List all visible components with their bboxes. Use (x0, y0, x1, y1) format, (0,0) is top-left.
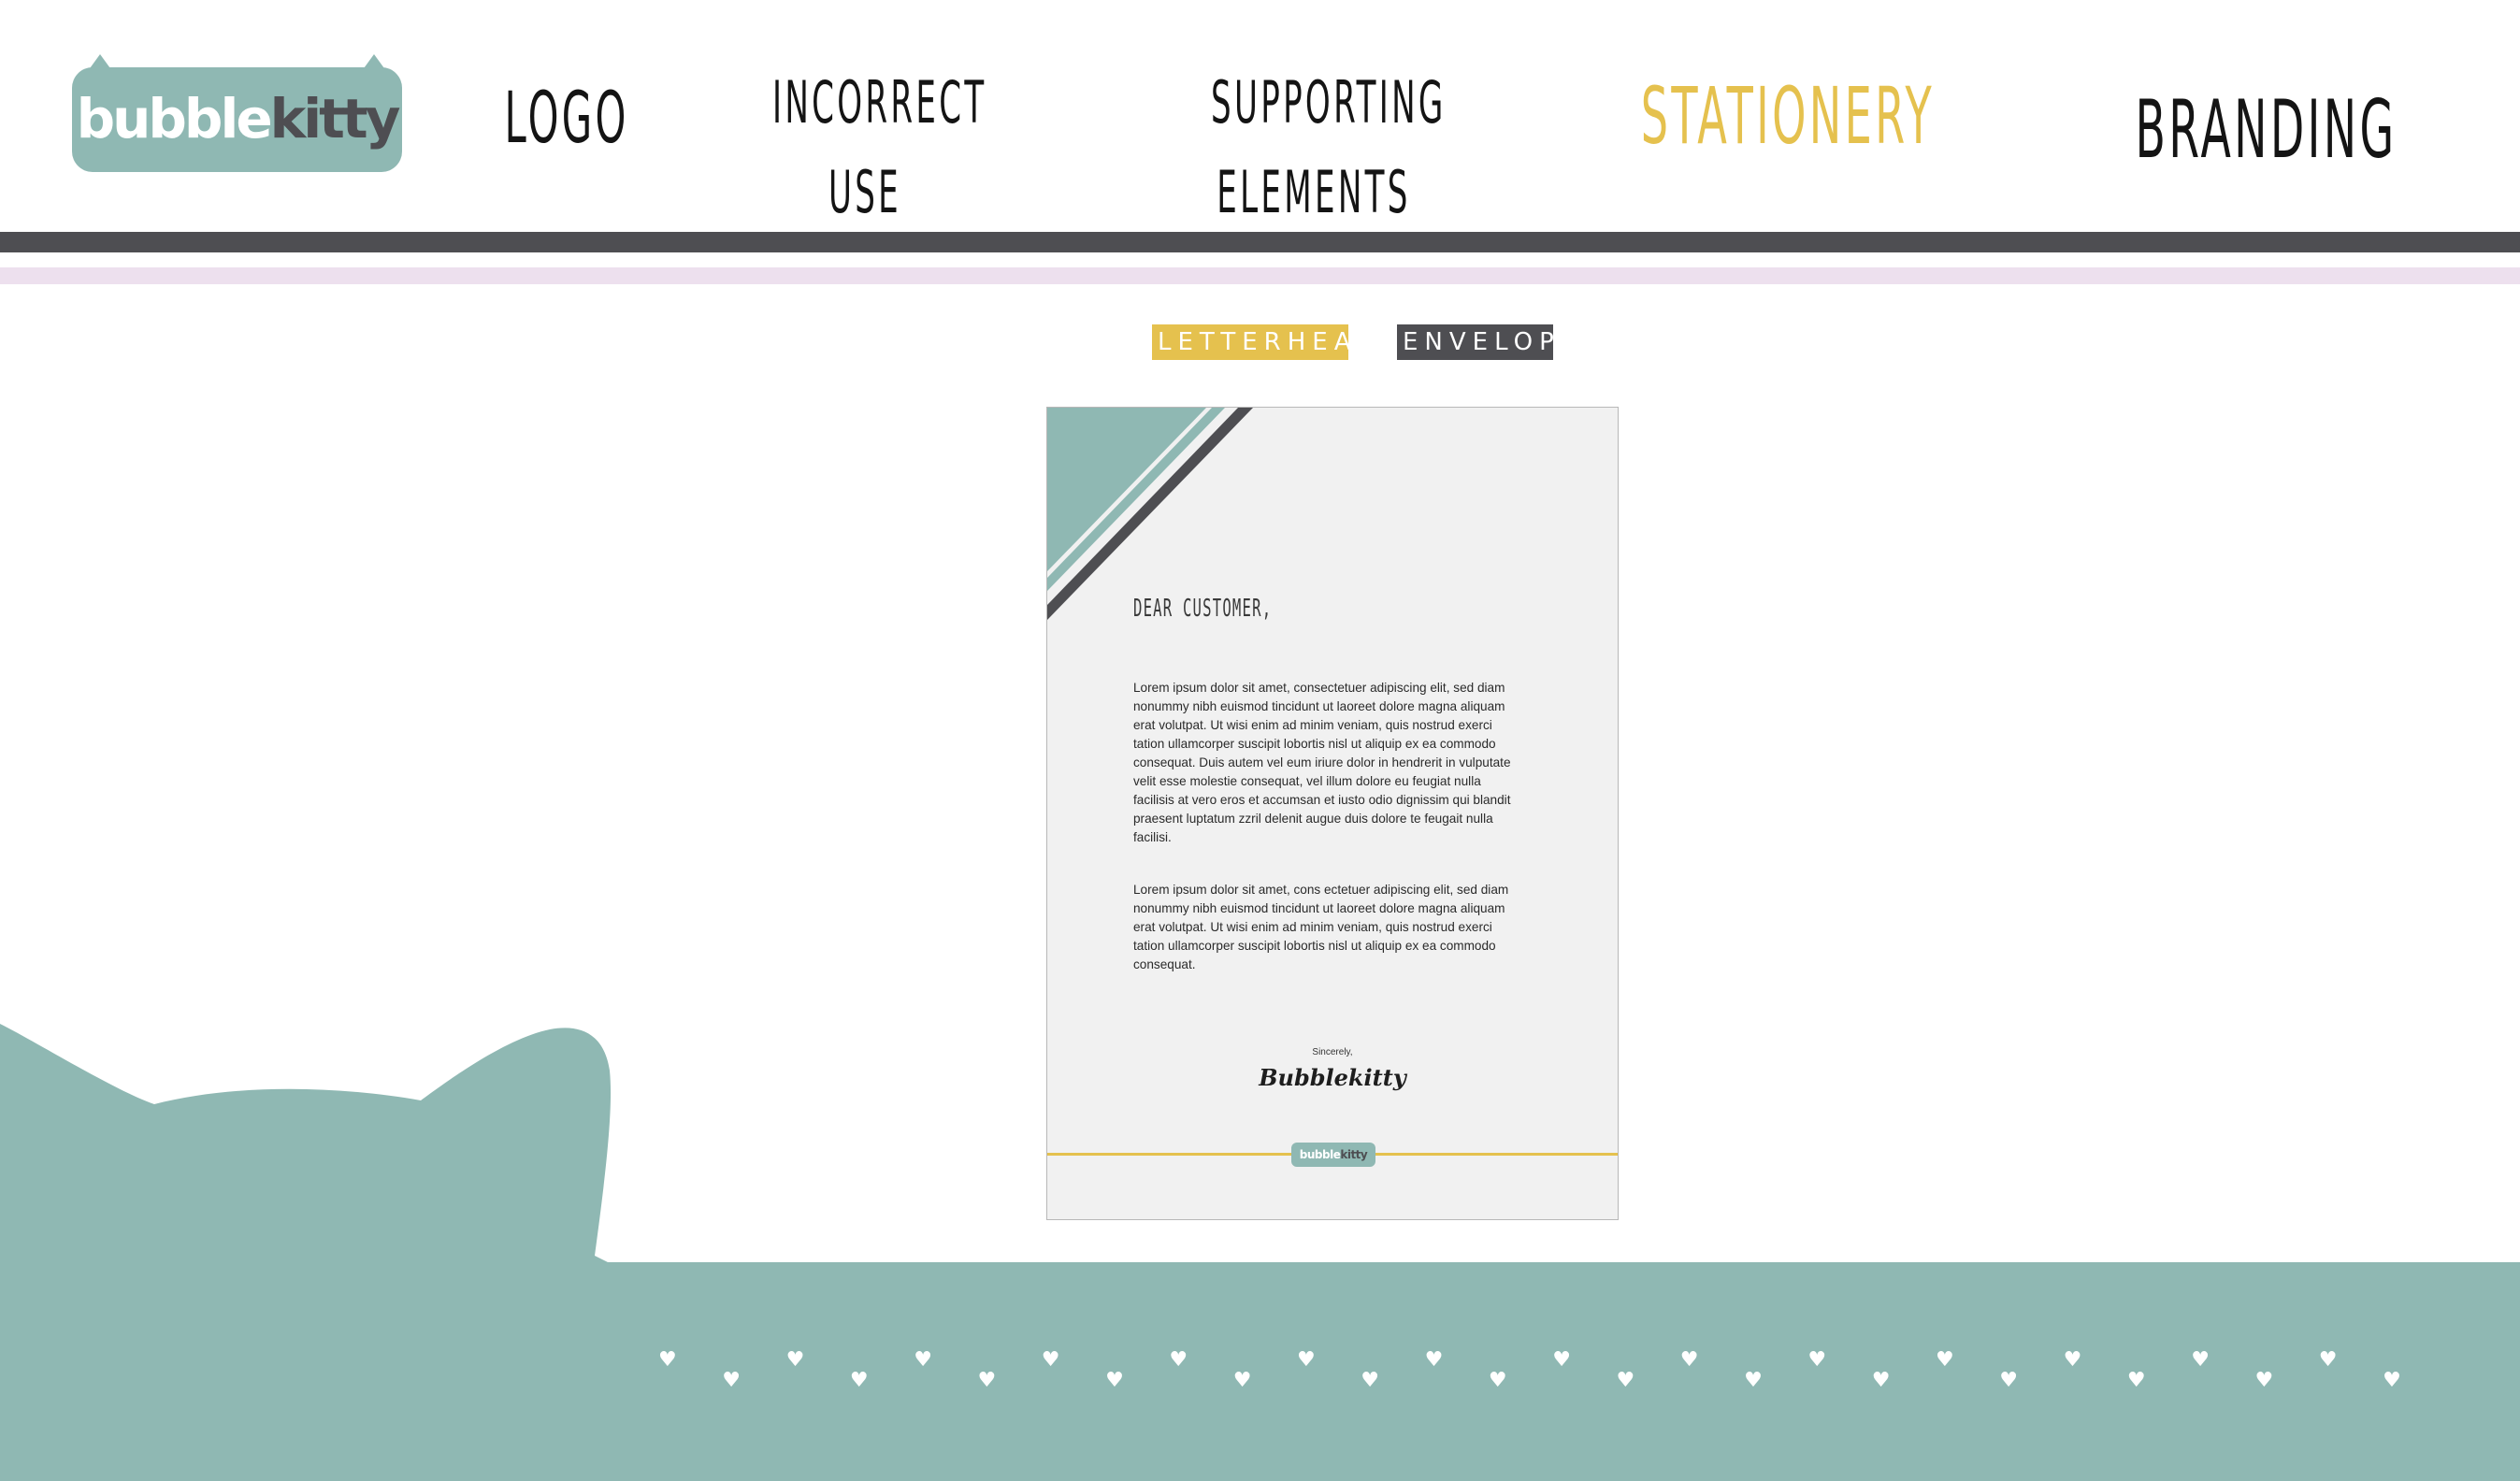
bubblekitty-logo[interactable]: bubblekitty (72, 54, 402, 172)
nav-branding[interactable]: BRANDING (2135, 80, 2398, 181)
heart-icon: ♥ (977, 1369, 997, 1392)
header-stripe-dark (0, 232, 2520, 252)
letter-paragraph-1: Lorem ipsum dolor sit amet, consectetuer… (1133, 681, 1511, 844)
tab-envelope[interactable]: ENVELOPE (1397, 324, 1576, 360)
nav-supporting-elements-line1: SUPPORTING (1211, 68, 1447, 137)
footer-logo-bubble: bubble (1299, 1148, 1341, 1161)
heart-icon: ♥ (1041, 1348, 1060, 1372)
heart-icon: ♥ (2383, 1369, 2401, 1392)
letter-signature: Bubblekitty (1259, 1064, 1406, 1091)
heart-icon: ♥ (2254, 1369, 2274, 1392)
nav-stationery[interactable]: STATIONERY (1640, 67, 1936, 165)
nav-logo-label: LOGO (504, 76, 629, 159)
heart-icon: ♥ (1744, 1369, 1763, 1392)
letter-closing: Sincerely, (1312, 1047, 1353, 1057)
nav-stationery-label: STATIONERY (1640, 70, 1936, 162)
nav-incorrect-use[interactable]: INCORRECT USE (772, 58, 987, 237)
logo-ear-right (359, 54, 389, 75)
letterhead-preview: DEAR CUSTOMER, Lorem ipsum dolor sit ame… (1046, 407, 1619, 1220)
heart-icon: ♥ (1999, 1369, 2019, 1392)
footer-logo-kitty: kitty (1340, 1148, 1368, 1161)
heart-icon: ♥ (1297, 1348, 1316, 1372)
heart-icon: ♥ (1169, 1348, 1188, 1372)
nav-supporting-elements-line2: ELEMENTS (1217, 158, 1411, 226)
heart-icon: ♥ (2126, 1369, 2146, 1392)
heart-icon: ♥ (1105, 1369, 1124, 1392)
heart-icon: ♥ (1552, 1348, 1571, 1372)
logo-text-bubble: bubble (76, 87, 273, 151)
heart-icon: ♥ (1424, 1348, 1444, 1372)
letter-greeting: DEAR CUSTOMER, (1133, 595, 1273, 623)
nav-incorrect-use-line2: USE (828, 158, 902, 226)
letter-paragraph-2: Lorem ipsum dolor sit amet, cons ectetue… (1133, 883, 1509, 971)
nav-logo[interactable]: LOGO (504, 73, 629, 162)
tab-letterhead[interactable]: LETTERHEAD (1152, 324, 1376, 360)
heart-icon: ♥ (2063, 1348, 2082, 1372)
letter-footer-logo: bubblekitty (1291, 1143, 1375, 1167)
heart-icon: ♥ (1488, 1369, 1507, 1392)
logo-text-kitty: kitty (269, 87, 401, 151)
heart-icon: ♥ (1807, 1348, 1827, 1372)
logo-ear-left (85, 54, 115, 75)
header: bubblekitty LOGO INCORRECT USE SUPPORTIN… (0, 0, 2520, 234)
nav-branding-label: BRANDING (2135, 83, 2398, 177)
heart-icon: ♥ (1871, 1369, 1891, 1392)
cat-silhouette (0, 1024, 617, 1267)
heart-icon: ♥ (785, 1348, 805, 1372)
heart-icon: ♥ (722, 1369, 742, 1392)
heart-icon: ♥ (1679, 1348, 1699, 1372)
heart-icon: ♥ (914, 1348, 932, 1372)
logo-text: bubblekitty (72, 86, 402, 151)
heart-icon: ♥ (2191, 1348, 2210, 1372)
heart-icon: ♥ (2318, 1348, 2338, 1372)
nav-incorrect-use-line1: INCORRECT (772, 68, 987, 137)
heart-icon: ♥ (1616, 1369, 1635, 1392)
nav-supporting-elements[interactable]: SUPPORTING ELEMENTS (1211, 58, 1447, 237)
heart-icon: ♥ (1936, 1348, 1954, 1372)
heart-icon: ♥ (849, 1369, 869, 1392)
header-stripe-pink (0, 267, 2520, 284)
heart-icon: ♥ (1361, 1369, 1380, 1392)
heart-icon: ♥ (1232, 1369, 1252, 1392)
heart-icon: ♥ (658, 1348, 677, 1372)
